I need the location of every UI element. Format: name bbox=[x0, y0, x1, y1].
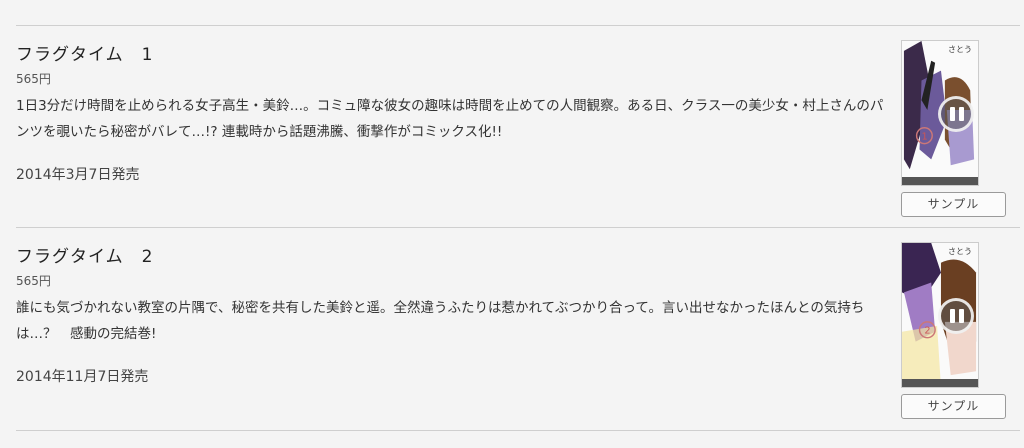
play-pause-icon[interactable] bbox=[938, 298, 974, 334]
svg-text:2: 2 bbox=[924, 326, 930, 337]
cover-bottom-bar bbox=[902, 177, 978, 185]
cover-bottom-bar bbox=[902, 379, 978, 387]
sample-button[interactable]: サンプル bbox=[901, 394, 1006, 419]
divider-middle bbox=[16, 227, 1020, 228]
book-price: 565円 bbox=[16, 274, 51, 288]
cover-author: さとう bbox=[948, 247, 972, 256]
book-cover[interactable]: 2 さとう bbox=[901, 242, 979, 388]
svg-text:1: 1 bbox=[921, 132, 927, 143]
sample-button[interactable]: サンプル bbox=[901, 192, 1006, 217]
divider-top bbox=[16, 25, 1020, 26]
release-date: 2014年11月7日発売 bbox=[16, 369, 149, 385]
book-title[interactable]: フラグタイム 2 bbox=[16, 242, 153, 267]
cover-author: さとう bbox=[948, 45, 972, 54]
play-pause-icon[interactable] bbox=[938, 96, 974, 132]
book-item-2: フラグタイム 2 565円 誰にも気づかれない教室の片隅で、秘密を共有した美鈴と… bbox=[16, 242, 1020, 442]
book-title[interactable]: フラグタイム 1 bbox=[16, 40, 153, 65]
book-cover[interactable]: 1 さとう bbox=[901, 40, 979, 186]
release-date: 2014年3月7日発売 bbox=[16, 167, 140, 183]
book-description: 誰にも気づかれない教室の片隅で、秘密を共有した美鈴と遥。全然違うふたりは惹かれて… bbox=[16, 300, 865, 342]
book-price: 565円 bbox=[16, 72, 51, 86]
divider-bottom bbox=[16, 430, 1020, 431]
book-description: 1日3分だけ時間を止められる女子高生・美鈴…。コミュ障な彼女の趣味は時間を止めて… bbox=[16, 98, 884, 140]
book-item-1: フラグタイム 1 565円 1日3分だけ時間を止められる女子高生・美鈴…。コミュ… bbox=[16, 40, 1020, 240]
